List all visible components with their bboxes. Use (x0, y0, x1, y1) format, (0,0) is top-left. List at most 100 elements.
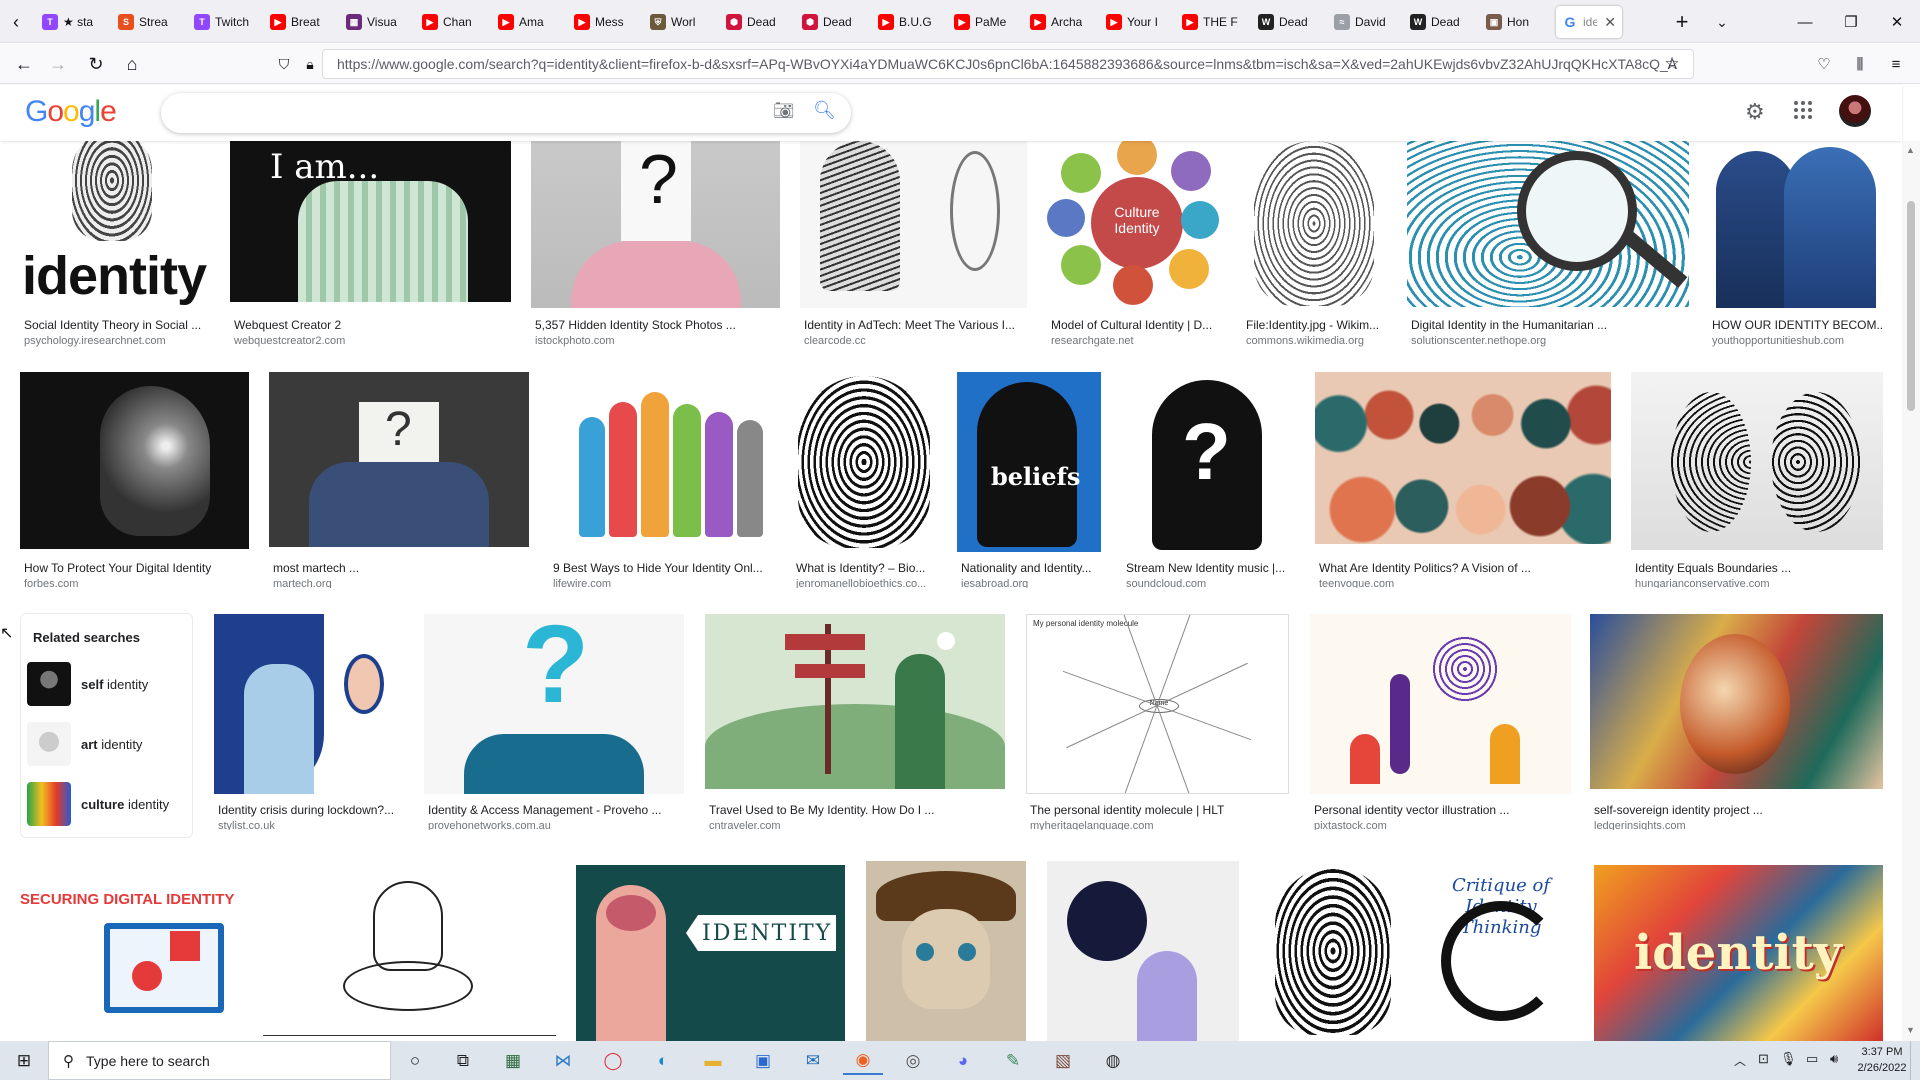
result-card[interactable]: Identity crisis during lockdown?... styl… (214, 614, 405, 830)
tab-2[interactable]: S Strea (112, 6, 188, 38)
search-icon[interactable]: 🔍︎ (813, 100, 836, 121)
page-scrollbar[interactable]: ▲ ▼ (1902, 141, 1920, 1041)
steam-icon[interactable]: ◎ (893, 1047, 933, 1075)
tab-1[interactable]: T ★ sta (36, 6, 112, 38)
tab-5[interactable]: ▦ Visua (340, 6, 416, 38)
tab-active[interactable]: G ide ✕ (1556, 6, 1622, 38)
result-image[interactable]: ? (424, 614, 684, 794)
result-image[interactable]: SECURING DIGITAL IDENTITY (20, 861, 243, 1036)
tab-17[interactable]: W Dead (1252, 6, 1328, 38)
tab-8[interactable]: ▶ Mess (568, 6, 644, 38)
result-card[interactable]: I am... Webquest Creator 2 webquestcreat… (230, 141, 512, 353)
minimize-icon[interactable]: — (1782, 6, 1828, 38)
result-card[interactable] (866, 861, 1027, 1041)
result-image[interactable] (1590, 614, 1883, 789)
bookmark-star-icon[interactable]: ☆ (1658, 50, 1686, 78)
result-card[interactable]: File:Identity.jpg - Wikim... commons.wik… (1242, 141, 1390, 353)
tab-11[interactable]: ⬢ Dead (796, 6, 872, 38)
result-image[interactable]: Critique of Identity Thinking (1427, 861, 1574, 1041)
result-image[interactable] (1310, 614, 1571, 794)
photos-icon[interactable]: ▧ (1043, 1047, 1083, 1075)
result-image[interactable] (549, 372, 772, 550)
obs-icon[interactable]: ◍ (1093, 1047, 1133, 1075)
scroll-up-icon[interactable]: ▲ (1906, 145, 1915, 155)
result-image[interactable]: Culture Identity (1047, 141, 1224, 309)
result-card[interactable]: 9 Best Ways to Hide Your Identity Onl...… (549, 372, 773, 588)
tab-6[interactable]: ▶ Chan (416, 6, 492, 38)
lock-icon[interactable]: 🔒︎ (296, 50, 324, 78)
tab-3[interactable]: T Twitch (188, 6, 264, 38)
result-image[interactable] (792, 372, 936, 552)
result-image[interactable] (800, 141, 1027, 308)
tray-app-icon[interactable]: ⊡ (1758, 1051, 1769, 1067)
close-window-icon[interactable]: ✕ (1874, 6, 1920, 38)
result-card[interactable]: Identity Equals Boundaries ... hungarian… (1631, 372, 1884, 588)
result-card[interactable]: identity Social Identity Theory in Socia… (20, 141, 210, 353)
windows-start-icon[interactable]: ⊞ (4, 1047, 44, 1075)
discord-icon[interactable]: ◕ (943, 1047, 983, 1075)
result-image[interactable] (1708, 141, 1883, 308)
result-card[interactable]: Digital Identity in the Humanitarian ...… (1407, 141, 1690, 353)
result-card[interactable]: ? Identity & Access Management - Proveho… (424, 614, 685, 830)
result-image[interactable] (1259, 861, 1406, 1041)
volume-icon[interactable]: 🔊︎ (1830, 1051, 1838, 1067)
related-item-art-identity[interactable]: art identity (27, 720, 187, 768)
related-item-culture-identity[interactable]: culture identity (27, 780, 187, 828)
opera-icon[interactable]: ◯ (593, 1047, 633, 1075)
file-explorer-icon[interactable]: ▬ (693, 1047, 733, 1075)
library-icon[interactable]: ⫼ (1846, 50, 1874, 78)
result-card[interactable]: Personal identity vector illustration ..… (1310, 614, 1572, 830)
tab-20[interactable]: ▣ Hon (1480, 6, 1556, 38)
close-tab-icon[interactable]: ✕ (1604, 14, 1616, 31)
microphone-icon[interactable]: 🎙︎ (1780, 1051, 1797, 1067)
result-image[interactable] (1315, 372, 1611, 544)
url-bar[interactable]: https://www.google.com/search?q=identity… (322, 49, 1694, 79)
firefox-icon[interactable]: ◉ (843, 1047, 883, 1075)
tab-scroll-left-icon[interactable]: ‹ (2, 8, 30, 36)
calculator-icon[interactable]: ▦ (493, 1047, 533, 1075)
result-image[interactable] (1407, 141, 1689, 307)
result-image[interactable]: My personal identity molecule Name (1026, 614, 1289, 794)
pocket-icon[interactable]: ♡ (1810, 50, 1838, 78)
tab-7[interactable]: ▶ Ama (492, 6, 568, 38)
result-card[interactable]: SECURING DIGITAL IDENTITY (20, 861, 244, 1041)
result-card[interactable]: How To Protect Your Digital Identity for… (20, 372, 250, 588)
task-view-icon[interactable]: ⧉ (443, 1047, 483, 1075)
result-image[interactable]: I am... (230, 141, 511, 302)
result-card[interactable]: What is Identity? – Bio... jenromanellob… (792, 372, 937, 588)
tab-16[interactable]: ▶ THE F (1176, 6, 1252, 38)
tab-12[interactable]: ▶ B.U.G (872, 6, 948, 38)
app-icon[interactable]: ✎ (993, 1047, 1033, 1075)
camera-icon[interactable]: 📷︎ (773, 101, 795, 121)
tab-10[interactable]: ⬢ Dead (720, 6, 796, 38)
related-item-self-identity[interactable]: self identity (27, 660, 187, 708)
mail-icon[interactable]: ✉ (793, 1047, 833, 1075)
result-card[interactable] (263, 861, 557, 1041)
avatar[interactable] (1839, 95, 1871, 127)
clock[interactable]: 3:37 PM 2/26/2022 (1856, 1044, 1908, 1076)
result-image[interactable]: IDENTITY (576, 865, 845, 1041)
result-image[interactable] (1631, 372, 1883, 550)
result-card[interactable]: ? most martech ... martech.org (269, 372, 530, 588)
edge-icon[interactable]: ◐ (643, 1047, 683, 1075)
tab-4[interactable]: ▶ Breat (264, 6, 340, 38)
result-card[interactable]: IDENTITY (576, 865, 846, 1041)
apps-grid-icon[interactable] (1794, 101, 1812, 119)
tab-18[interactable]: ≈ David (1328, 6, 1404, 38)
result-card[interactable] (1259, 861, 1407, 1041)
menu-icon[interactable]: ≡ (1882, 50, 1910, 78)
scrollbar-thumb[interactable] (1907, 201, 1915, 411)
result-card[interactable]: beliefs Nationality and Identity... iesa… (957, 372, 1102, 588)
list-all-tabs-icon[interactable]: ⌄ (1708, 8, 1736, 36)
result-image[interactable] (705, 614, 1005, 789)
result-image[interactable] (1047, 861, 1239, 1041)
result-image[interactable]: identity (1594, 865, 1883, 1041)
result-card[interactable] (1047, 861, 1240, 1041)
result-image[interactable] (263, 861, 556, 1036)
result-image[interactable] (20, 372, 249, 549)
result-image[interactable] (214, 614, 404, 794)
cortana-icon[interactable]: ○ (395, 1047, 435, 1075)
forward-icon[interactable]: → (44, 50, 72, 78)
result-image[interactable] (1242, 141, 1389, 309)
result-image[interactable]: ? (269, 372, 529, 547)
